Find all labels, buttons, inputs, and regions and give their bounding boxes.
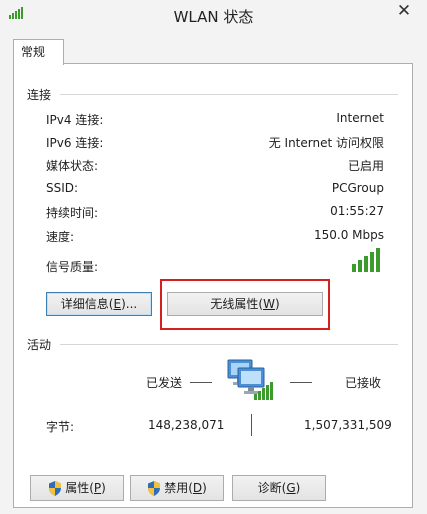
details-button-key: E [113, 297, 122, 311]
speed-label: 速度: [46, 230, 75, 244]
ipv4-label: IPv4 连接: [46, 113, 104, 127]
title-bar[interactable]: WLAN 状态 ✕ [0, 0, 427, 30]
properties-button-suffix: ) [101, 481, 106, 495]
signal-bar [358, 260, 362, 272]
connection-heading: 连接 [27, 88, 52, 102]
bytes-received-value: 1,507,331,509 [304, 418, 392, 432]
ssid-row: SSID: PCGroup [46, 181, 384, 199]
ipv6-value: 无 Internet 访问权限 [268, 136, 384, 150]
diagnose-button[interactable]: 诊断(G) [232, 475, 326, 501]
signal-bar [364, 256, 368, 272]
details-button-suffix: )... [121, 297, 138, 311]
details-button[interactable]: 详细信息(E)... [46, 292, 152, 316]
ipv4-value: Internet [336, 111, 384, 125]
sent-dash [190, 382, 212, 383]
window-title: WLAN 状态 [173, 8, 254, 26]
tab-general-label: 常规 [21, 45, 46, 59]
ipv6-label: IPv6 连接: [46, 136, 104, 150]
properties-button[interactable]: 属性(P) [30, 475, 124, 501]
duration-value: 01:55:27 [330, 204, 384, 218]
diagnose-button-key: G [286, 481, 296, 495]
activity-heading: 活动 [27, 338, 52, 352]
disable-button-key: D [192, 481, 203, 495]
sent-label: 已发送 [146, 376, 183, 390]
bytes-separator [251, 414, 252, 436]
media-state-value: 已启用 [347, 159, 384, 173]
ipv4-row: IPv4 连接: Internet [46, 111, 384, 129]
diagnose-button-suffix: ) [295, 481, 301, 495]
wlan-status-dialog: WLAN 状态 ✕ 常规 连接 IPv4 连接: Internet IPv6 连… [0, 0, 427, 514]
signal-bar [352, 264, 356, 272]
signal-strength-icon [352, 248, 380, 272]
duration-label: 持续时间: [46, 206, 99, 220]
disable-button-suffix: ) [202, 481, 207, 495]
received-label: 已接收 [345, 376, 382, 390]
ssid-value: PCGroup [331, 181, 384, 195]
duration-row: 持续时间: 01:55:27 [46, 204, 384, 222]
signal-bar [376, 248, 380, 272]
signal-row: 信号质量: [46, 258, 384, 276]
tab-general[interactable]: 常规 [13, 39, 64, 65]
received-dash [290, 382, 312, 383]
close-icon: ✕ [396, 1, 412, 21]
disable-button[interactable]: 禁用(D) [130, 475, 224, 501]
speed-row: 速度: 150.0 Mbps [46, 228, 384, 246]
close-button[interactable]: ✕ [385, 0, 423, 22]
uac-shield-icon [49, 481, 62, 496]
details-button-prefix: 详细信息( [60, 297, 114, 311]
bytes-label: 字节: [46, 420, 75, 434]
speed-value: 150.0 Mbps [313, 228, 384, 242]
uac-shield-icon [148, 481, 161, 496]
signal-label: 信号质量: [46, 260, 99, 274]
network-computers-icon [227, 359, 273, 400]
media-state-row: 媒体状态: 已启用 [46, 157, 384, 175]
activity-divider [60, 344, 398, 345]
media-state-label: 媒体状态: [46, 159, 99, 173]
properties-button-prefix: 属性( [65, 481, 94, 495]
bytes-sent-value: 148,238,071 [148, 418, 225, 432]
ipv6-row: IPv6 连接: 无 Internet 访问权限 [46, 134, 384, 152]
connection-divider [60, 94, 398, 95]
highlight-annotation [160, 279, 330, 330]
signal-bar [370, 252, 374, 272]
ssid-label: SSID: [46, 181, 79, 195]
disable-button-prefix: 禁用( [164, 481, 193, 495]
diagnose-button-prefix: 诊断( [257, 481, 287, 495]
